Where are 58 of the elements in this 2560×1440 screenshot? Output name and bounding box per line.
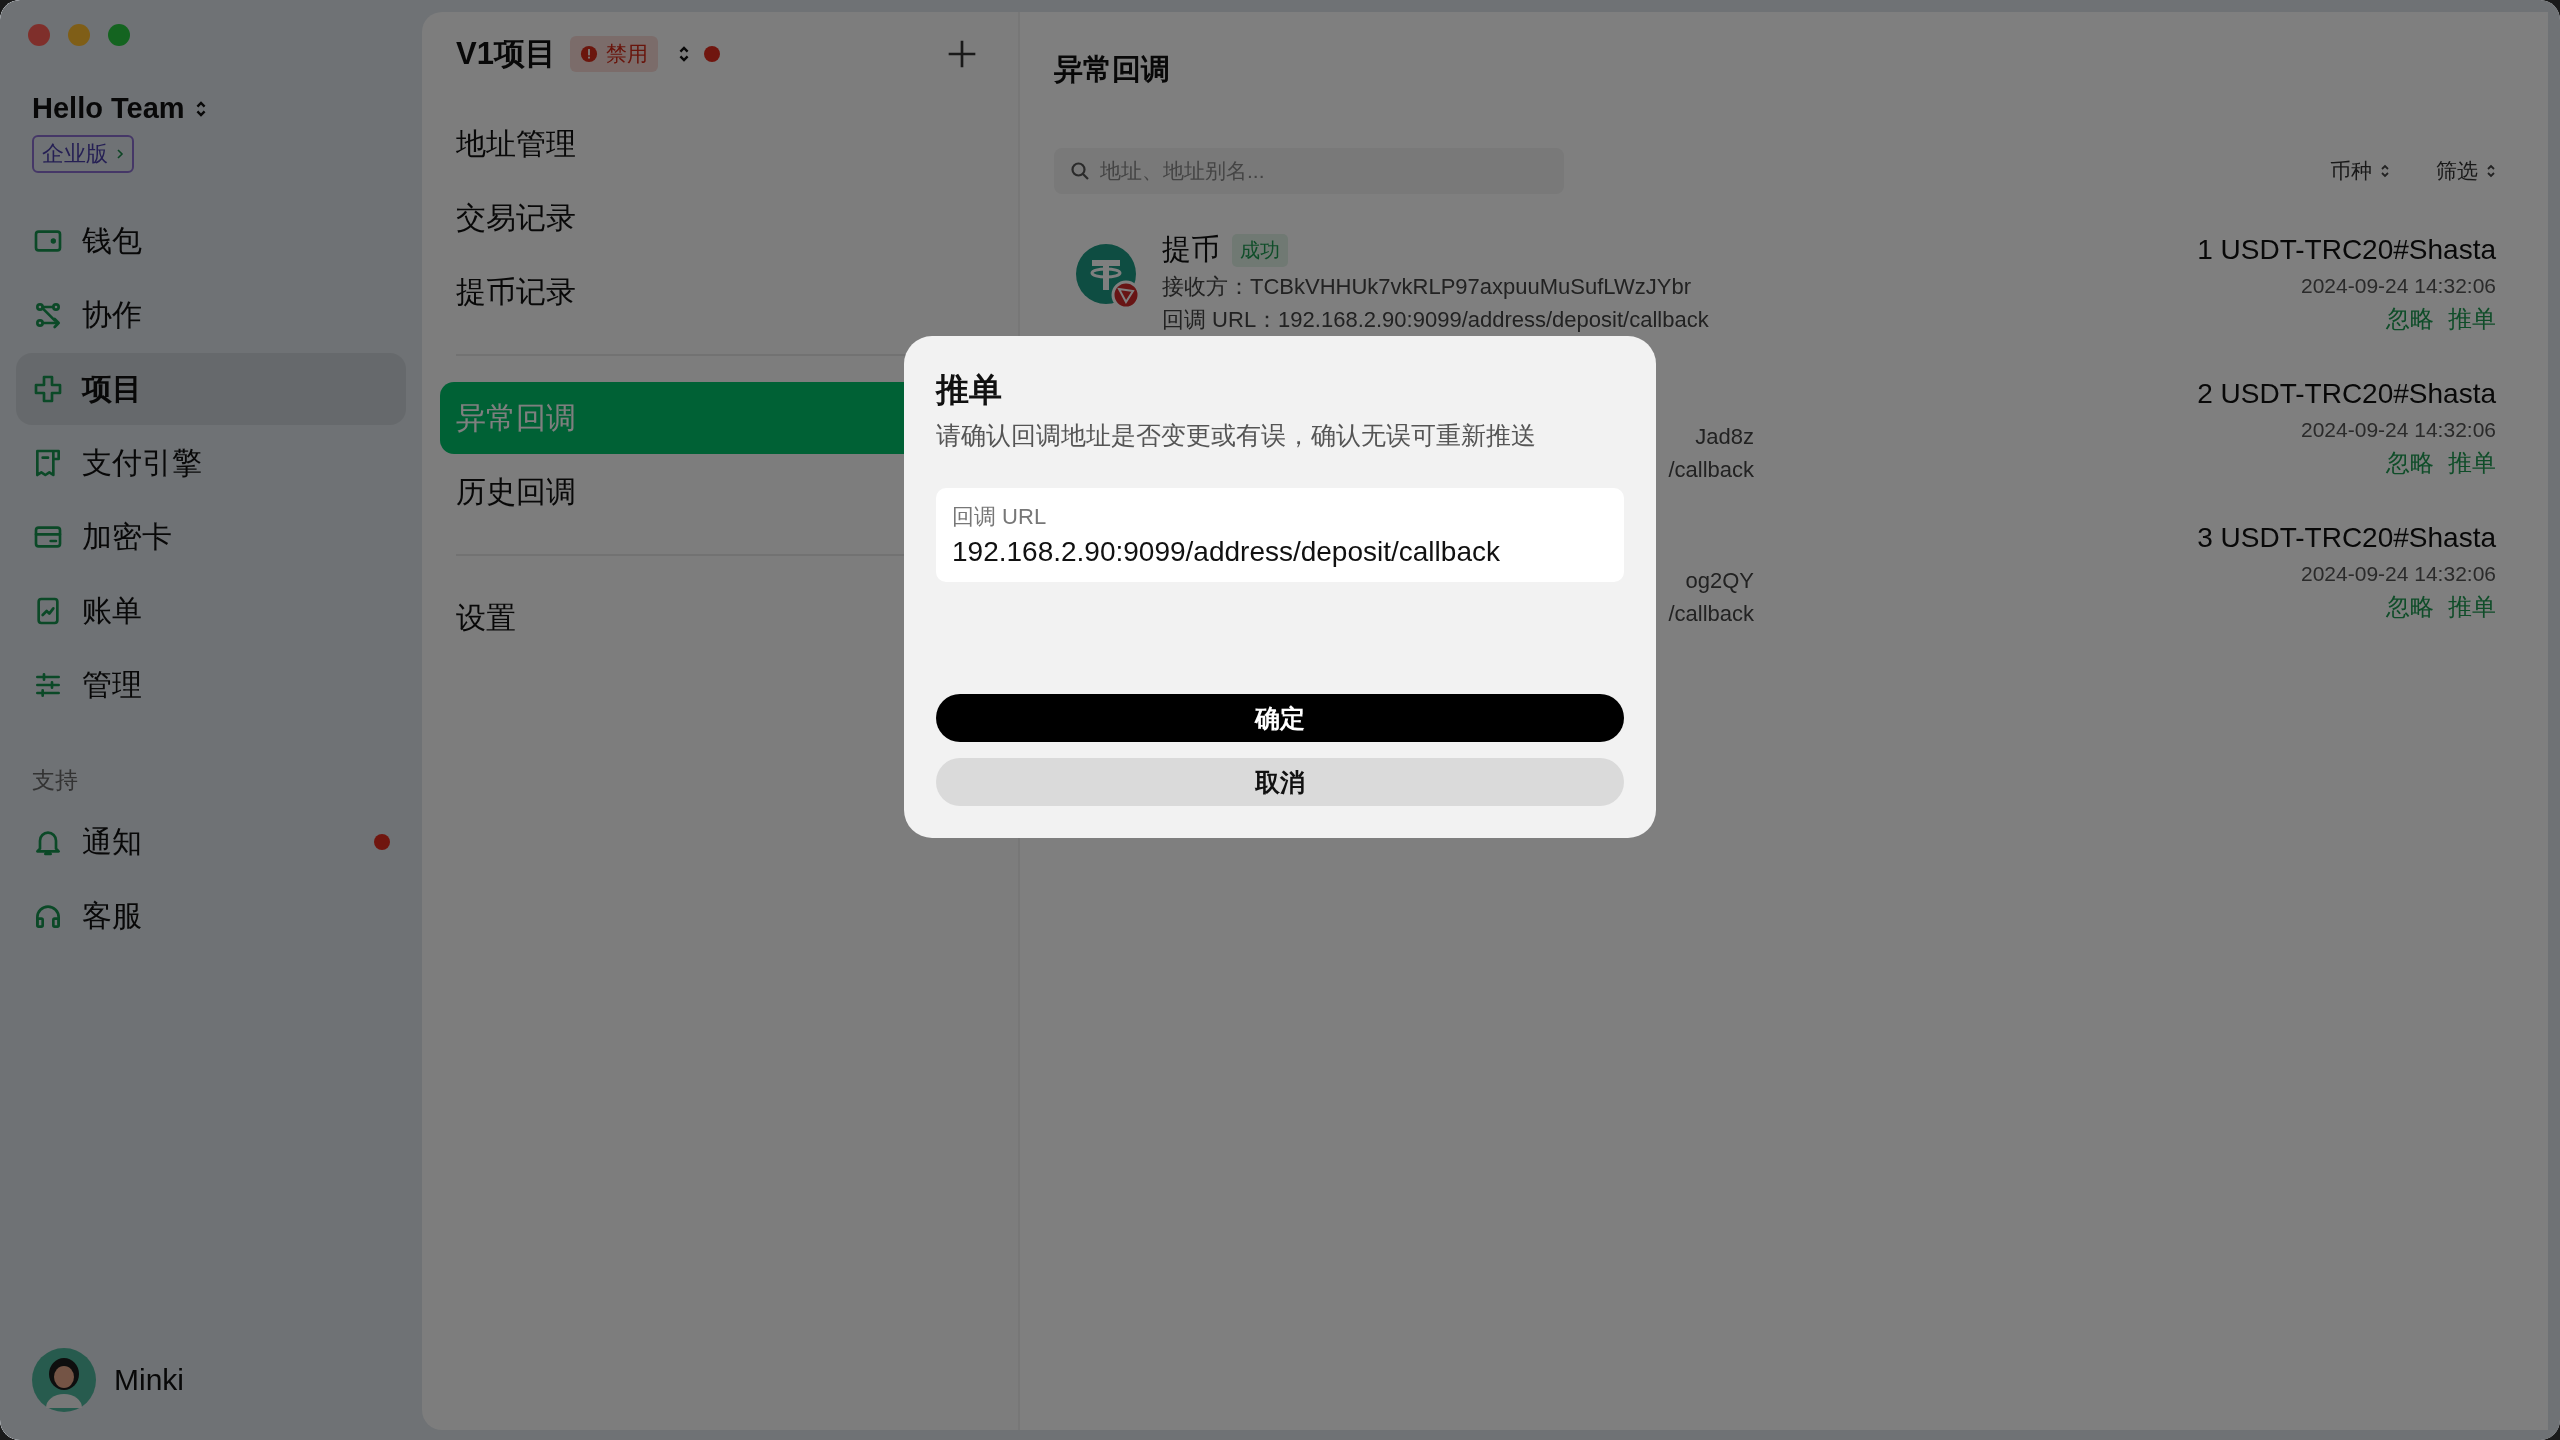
action-link[interactable]: 忽略	[2386, 446, 2434, 480]
nav-item[interactable]: 钱包	[16, 205, 406, 277]
filter-dropdown[interactable]: 币种	[2330, 157, 2390, 185]
action-link[interactable]: 忽略	[2386, 302, 2434, 336]
zoom-button[interactable]	[108, 24, 130, 46]
asset-name: 2 USDT-TRC20#Shasta	[2197, 377, 2496, 411]
alert-icon	[579, 45, 598, 63]
plan-badge[interactable]: 企业版	[32, 135, 134, 173]
chevron-icon	[116, 148, 124, 160]
record-detail: Jad8z	[1695, 423, 1754, 451]
timestamp: 2024-09-24 14:32:06	[2301, 273, 2496, 299]
nav-item[interactable]: 项目	[16, 353, 406, 425]
action-link[interactable]: 推单	[2448, 302, 2496, 336]
asset-name: 1 USDT-TRC20#Shasta	[2197, 233, 2496, 267]
menu-item[interactable]: 地址管理	[440, 108, 978, 180]
menu-item[interactable]: 提币记录	[440, 256, 978, 328]
menu-item[interactable]: 交易记录	[440, 182, 978, 254]
filter-dropdown[interactable]: 筛选	[2436, 157, 2496, 185]
nav-item[interactable]: 账单	[16, 575, 406, 647]
url-input[interactable]: 192.168.2.90:9099/address/deposit/callback	[952, 536, 1608, 568]
add-icon[interactable]	[946, 38, 978, 70]
chevron-icon	[2380, 163, 2390, 179]
record-detail: 回调 URL：192.168.2.90:9099/address/deposit/callback	[1162, 306, 1709, 334]
chevron-icon[interactable]	[677, 44, 690, 64]
nav-item[interactable]: 加密卡	[16, 501, 406, 573]
chevron-icon	[2486, 163, 2496, 179]
nav-item[interactable]: 通知	[16, 806, 406, 878]
menu-item[interactable]: 设置	[440, 582, 978, 654]
action-link[interactable]: 忽略	[2386, 590, 2434, 624]
field-label: 回调 URL	[952, 503, 1048, 531]
action-link[interactable]: 推单	[2448, 446, 2496, 480]
close-button[interactable]	[28, 24, 50, 46]
team-switcher[interactable]: Hello Team	[32, 92, 207, 125]
confirm-button[interactable]: 确定	[936, 694, 1624, 742]
minimize-button[interactable]	[68, 24, 90, 46]
user-name: Minki	[114, 1363, 184, 1397]
project-title: V1项目	[456, 35, 556, 73]
nav-item[interactable]: 客服	[16, 880, 406, 952]
timestamp: 2024-09-24 14:32:06	[2301, 561, 2496, 587]
nav-item[interactable]: 协作	[16, 279, 406, 351]
record-detail: og2QY	[1685, 567, 1754, 595]
timestamp: 2024-09-24 14:32:06	[2301, 417, 2496, 443]
status-text: 禁用	[605, 41, 648, 67]
status-badge: 成功	[1232, 233, 1288, 267]
nav-item[interactable]: 管理	[16, 649, 406, 721]
cancel-button[interactable]: 取消	[936, 758, 1624, 806]
record-type: 提币	[1162, 232, 1220, 267]
record-detail: 接收方：TCBkVHHUk7vkRLP97axpuuMuSufLWzJYbr	[1162, 273, 1692, 301]
action-link[interactable]: 推单	[2448, 590, 2496, 624]
page-title: 异常回调	[1054, 52, 1171, 87]
nav-item[interactable]: 支付引擎	[16, 427, 406, 499]
user-avatar	[32, 1348, 96, 1412]
record-detail: /callback	[1668, 456, 1754, 484]
asset-name: 3 USDT-TRC20#Shasta	[2197, 521, 2496, 555]
url-field[interactable]: 回调 URL 192.168.2.90:9099/address/deposit/callback	[936, 488, 1624, 582]
search-icon	[1070, 161, 1090, 181]
record-detail: /callback	[1668, 600, 1754, 628]
section-heading: 支持	[32, 766, 79, 795]
